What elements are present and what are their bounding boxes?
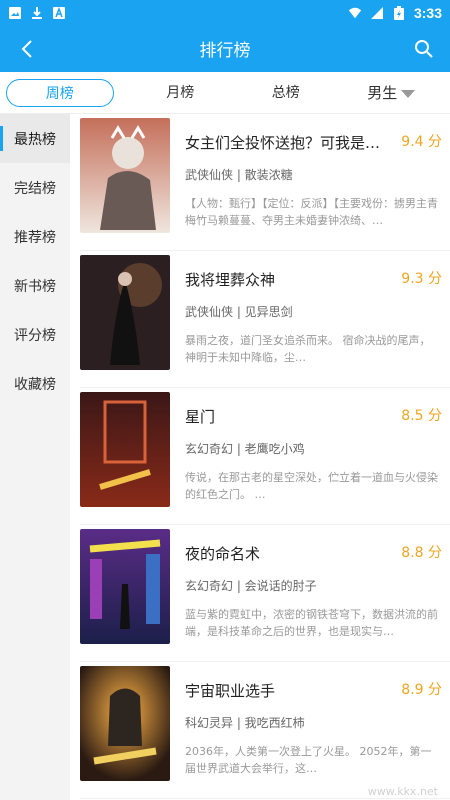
battery-icon [392,5,406,20]
image-icon [8,6,22,20]
status-time: 3:33 [413,4,442,21]
book-description: 传说，在那古老的星空深处，伫立着一道血与火侵染的红色之门。 … [185,471,438,501]
app-bar: 排行榜 [0,25,450,72]
download-icon [30,6,44,20]
book-score: 8.8 分 [401,545,442,561]
wifi-icon [348,6,362,20]
gender-label: 男生 [367,83,398,102]
book-title[interactable]: 星门 [185,406,395,427]
book-title[interactable]: 女主们全投怀送抱？可我是反派… [185,132,395,153]
list-item[interactable]: 我将埋葬众神 9.3 分 武侠仙侠 | 见异思剑 暴雨之夜，道门圣女追杀而来。 … [80,251,450,388]
book-list: 女主们全投怀送抱？可我是反派… 9.4 分 武侠仙侠 | 散装浓糖 【人物：甄行… [70,114,450,800]
chevron-down-icon [401,89,416,98]
book-meta: 玄幻奇幻 | 会说话的肘子 [185,579,317,593]
tab-monthly[interactable]: 月榜 [128,79,234,107]
book-meta: 玄幻奇幻 | 老鹰吃小鸡 [185,442,305,456]
book-meta: 武侠仙侠 | 见异思剑 [185,305,293,319]
sidebar-item-completed[interactable]: 完结榜 [0,163,70,212]
book-title[interactable]: 宇宙职业选手 [185,680,395,701]
sidebar-item-rating[interactable]: 评分榜 [0,310,70,359]
signal-icon [370,6,384,20]
book-meta: 科幻灵异 | 我吃西红柿 [185,716,305,730]
book-cover[interactable] [80,529,170,644]
book-description: 【人物：甄行】【定位：反派】【主要戏份：掳男主青梅竹马赖蔓蔓、夺男主未婚妻钟浓绮… [185,197,438,227]
book-description: 2036年，人类第一次登上了火星。 2052年，第一届世界武道大会举行，这… [185,745,432,775]
book-cover[interactable] [80,118,170,233]
tab-weekly[interactable]: 周榜 [6,78,114,107]
search-icon[interactable] [412,37,436,61]
book-cover[interactable] [80,392,170,507]
book-score: 8.5 分 [401,408,442,424]
status-bar: 3:33 [0,0,450,25]
back-icon[interactable] [16,37,40,61]
sidebar-item-hottest[interactable]: 最热榜 [0,114,70,163]
book-description: 蓝与紫的霓虹中，浓密的钢铁苍穹下，数据洪流的前端，是科技革命之后的世界，也是现实… [185,608,438,638]
book-score: 9.3 分 [401,271,442,287]
category-sidebar: 最热榜 完结榜 推荐榜 新书榜 评分榜 收藏榜 [0,114,70,800]
book-score: 9.4 分 [401,134,442,150]
book-meta: 武侠仙侠 | 散装浓糖 [185,168,293,182]
book-cover[interactable] [80,666,170,781]
page-title: 排行榜 [199,41,251,61]
list-item[interactable]: 女主们全投怀送抱？可我是反派… 9.4 分 武侠仙侠 | 散装浓糖 【人物：甄行… [80,114,450,251]
sidebar-item-recommended[interactable]: 推荐榜 [0,212,70,261]
book-cover[interactable] [80,255,170,370]
book-title[interactable]: 我将埋葬众神 [185,269,395,290]
main-content: 最热榜 完结榜 推荐榜 新书榜 评分榜 收藏榜 女主们全投怀送抱？可我是反派… … [0,114,450,800]
list-item[interactable]: 夜的命名术 8.8 分 玄幻奇幻 | 会说话的肘子 蓝与紫的霓虹中，浓密的钢铁苍… [80,525,450,662]
list-item[interactable]: 星门 8.5 分 玄幻奇幻 | 老鹰吃小鸡 传说，在那古老的星空深处，伫立着一道… [80,388,450,525]
sidebar-item-favorites[interactable]: 收藏榜 [0,359,70,408]
sidebar-item-new[interactable]: 新书榜 [0,261,70,310]
book-title[interactable]: 夜的命名术 [185,543,395,564]
list-item[interactable]: 宇宙职业选手 8.9 分 科幻灵异 | 我吃西红柿 2036年，人类第一次登上了… [80,662,450,799]
watermark: www.kkx.net [367,785,438,798]
font-icon [52,6,66,20]
book-description: 暴雨之夜，道门圣女追杀而来。 宿命决战的尾声，神明于未知中降临，尘… [185,334,431,364]
gender-dropdown[interactable]: 男生 [339,79,445,107]
book-score: 8.9 分 [401,682,442,698]
ranking-tabs: 周榜 月榜 总榜 男生 [0,72,450,114]
tab-total[interactable]: 总榜 [233,79,339,107]
